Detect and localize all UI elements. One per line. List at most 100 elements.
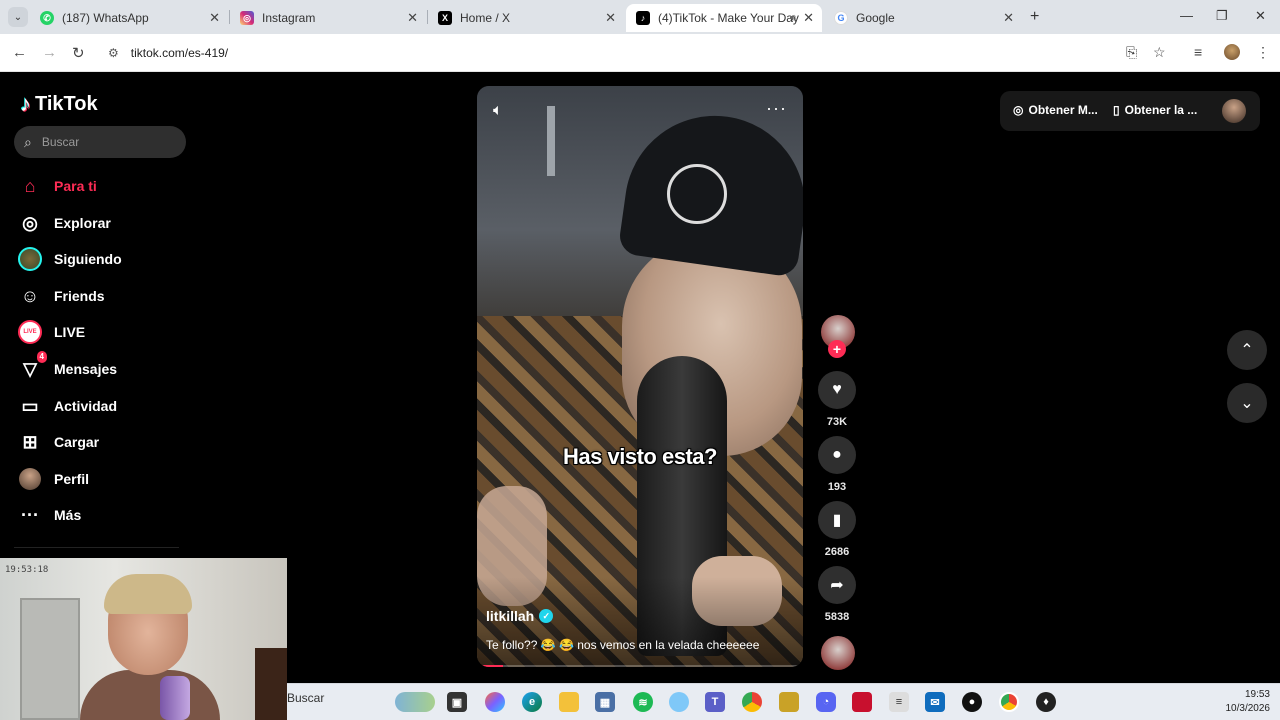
install-app-icon[interactable]: ⎘	[1126, 44, 1137, 61]
tab-title: Home / X	[460, 11, 511, 25]
tab-title: (4)TikTok - Make Your Day	[658, 11, 799, 25]
close-icon[interactable]: ✕	[209, 10, 220, 26]
game-icon[interactable]	[852, 692, 872, 712]
instagram-icon: ◎	[240, 11, 254, 25]
browser-tab-bar: ⌄ ✆ (187) WhatsApp ✕ ◎ Instagram ✕ X Hom…	[0, 0, 1280, 34]
reload-button[interactable]: ↻	[72, 44, 85, 62]
task-view-icon[interactable]: ▣	[447, 692, 467, 712]
get-app-button[interactable]: ▯ Obtener la ...	[1113, 103, 1197, 117]
url-bar[interactable]: ⚙ tiktok.com/es-419/	[100, 39, 1180, 67]
close-icon[interactable]: ✕	[803, 10, 814, 26]
search-input[interactable]: ⌕ Buscar	[14, 126, 186, 158]
site-info-icon[interactable]: ⚙	[108, 46, 119, 60]
tab-instagram[interactable]: ◎ Instagram ✕	[230, 4, 426, 32]
address-bar-row: ← → ↻ ⚙ tiktok.com/es-419/ ⎘ ☆ ≡ ⋮	[0, 34, 1280, 72]
app-icon[interactable]: ♦	[1036, 692, 1056, 712]
tab-tiktok[interactable]: ♪ (4)TikTok - Make Your Day 🔊︎ ✕	[626, 4, 822, 32]
logo-text: TikTok	[35, 92, 98, 115]
tab-google[interactable]: G Google ✕	[824, 4, 1022, 32]
tab-search-button[interactable]: ⌄	[8, 7, 28, 27]
back-button[interactable]: ←	[12, 44, 27, 61]
previous-video-button[interactable]: ⌃	[1227, 330, 1267, 370]
sidebar-item-mensajes[interactable]: ▽ 4 Mensajes	[18, 351, 118, 382]
volume-icon[interactable]: 🔈︎	[493, 102, 503, 120]
sidebar-item-perfil[interactable]: Perfil	[18, 466, 89, 492]
sidebar-item-label: Mensajes	[54, 361, 118, 377]
user-avatar[interactable]	[1222, 99, 1246, 123]
video-progress-bar[interactable]	[477, 665, 803, 667]
sidebar-item-cargar[interactable]: ⊞ Cargar	[18, 429, 99, 455]
chrome-active-icon[interactable]	[999, 692, 1019, 712]
windows-taskbar: Buscar ▣ e ▦ ≋ T ◔ ≡ ✉ ● ♦ 19:53 10/3/20…	[287, 683, 1280, 720]
webcam-person-hair	[104, 574, 192, 614]
widgets-icon[interactable]	[395, 692, 435, 712]
audio-playing-icon[interactable]: 🔊︎	[790, 13, 796, 24]
sidebar-item-friends[interactable]: ☺ Friends	[18, 283, 105, 309]
tiktok-logo[interactable]: ♪ TikTok	[20, 91, 98, 117]
sidebar-item-para-ti[interactable]: ⌂ Para ti	[18, 173, 97, 199]
video-author[interactable]: litkillah ✓	[486, 608, 554, 624]
app-icon[interactable]: ≡	[889, 692, 909, 712]
get-coins-button[interactable]: ◎ Obtener M...	[1013, 103, 1098, 117]
save-button[interactable]: ▮	[818, 501, 856, 539]
taskbar-search[interactable]: Buscar	[287, 691, 324, 705]
like-button[interactable]: ♥	[818, 371, 856, 409]
next-video-button[interactable]: ⌄	[1227, 383, 1267, 423]
discord-icon[interactable]: ◔	[816, 692, 836, 712]
friends-icon: ☺	[20, 285, 40, 306]
clock-time: 19:53	[1244, 689, 1270, 700]
file-explorer-icon[interactable]	[559, 692, 579, 712]
forward-button[interactable]: →	[42, 44, 57, 61]
sidebar-item-explorar[interactable]: ◎ Explorar	[18, 210, 111, 236]
share-button[interactable]: ➦	[818, 566, 856, 604]
minimize-button[interactable]: —	[1180, 8, 1193, 23]
share-icon: ➦	[830, 577, 844, 594]
tab-whatsapp[interactable]: ✆ (187) WhatsApp ✕	[30, 4, 228, 32]
comment-count: 193	[827, 481, 847, 493]
edge-icon[interactable]: e	[522, 692, 542, 712]
window-close-button[interactable]: ✕	[1255, 8, 1266, 24]
tiktok-note-icon: ♪	[20, 91, 31, 116]
bookmark-star-icon[interactable]: ☆	[1153, 44, 1166, 61]
media-control-icon[interactable]: ≡	[1194, 44, 1202, 60]
onedrive-icon[interactable]	[669, 692, 689, 712]
heart-icon: ♥	[832, 381, 842, 398]
app-icon[interactable]	[779, 692, 799, 712]
chevron-down-icon: ⌄	[1240, 395, 1254, 412]
close-icon[interactable]: ✕	[1003, 10, 1014, 26]
obs-icon[interactable]: ●	[962, 692, 982, 712]
chrome-icon[interactable]	[742, 692, 762, 712]
sidebar-item-live[interactable]: LIVE LIVE	[18, 319, 85, 345]
verified-badge-icon: ✓	[539, 609, 554, 623]
video-player[interactable]: 🔈︎ ··· Has visto esta? litkillah ✓ Te fo…	[477, 86, 803, 667]
comment-button[interactable]: ●	[818, 436, 856, 474]
author-name[interactable]: litkillah	[486, 608, 534, 624]
browser-menu-icon[interactable]: ⋮	[1256, 44, 1270, 61]
teams-icon[interactable]: T	[705, 692, 725, 712]
messages-badge: 4	[36, 351, 47, 363]
browser-profile-avatar[interactable]	[1224, 44, 1240, 60]
url-text[interactable]: tiktok.com/es-419/	[131, 46, 228, 60]
more-icon: ···	[21, 504, 39, 525]
sidebar-item-siguiendo[interactable]: Siguiendo	[18, 246, 122, 272]
mail-icon[interactable]: ✉	[925, 692, 945, 712]
header-actions: ◎ Obtener M... ▯ Obtener la ...	[1000, 91, 1260, 131]
follow-plus-icon[interactable]: +	[828, 340, 846, 358]
share-count: 5838	[824, 611, 850, 623]
calculator-icon[interactable]: ▦	[595, 692, 615, 712]
clock-date: 10/3/2026	[1225, 703, 1271, 714]
sidebar-item-mas[interactable]: ··· Más	[18, 502, 81, 528]
new-tab-button[interactable]: +	[1030, 8, 1039, 26]
spotify-icon[interactable]: ≋	[633, 692, 653, 712]
copilot-icon[interactable]	[485, 692, 505, 712]
close-icon[interactable]: ✕	[407, 10, 418, 26]
sidebar-item-actividad[interactable]: ▭ Actividad	[18, 393, 117, 419]
restore-button[interactable]: ❐	[1216, 8, 1228, 24]
tab-x[interactable]: X Home / X ✕	[428, 4, 624, 32]
more-options-icon[interactable]: ···	[766, 98, 787, 119]
taskbar-clock[interactable]: 19:53 10/3/2026	[1200, 688, 1271, 716]
sidebar-item-label: Friends	[54, 288, 105, 304]
x-icon: X	[438, 11, 452, 25]
close-icon[interactable]: ✕	[605, 10, 616, 26]
sound-disc-avatar[interactable]	[821, 636, 855, 670]
